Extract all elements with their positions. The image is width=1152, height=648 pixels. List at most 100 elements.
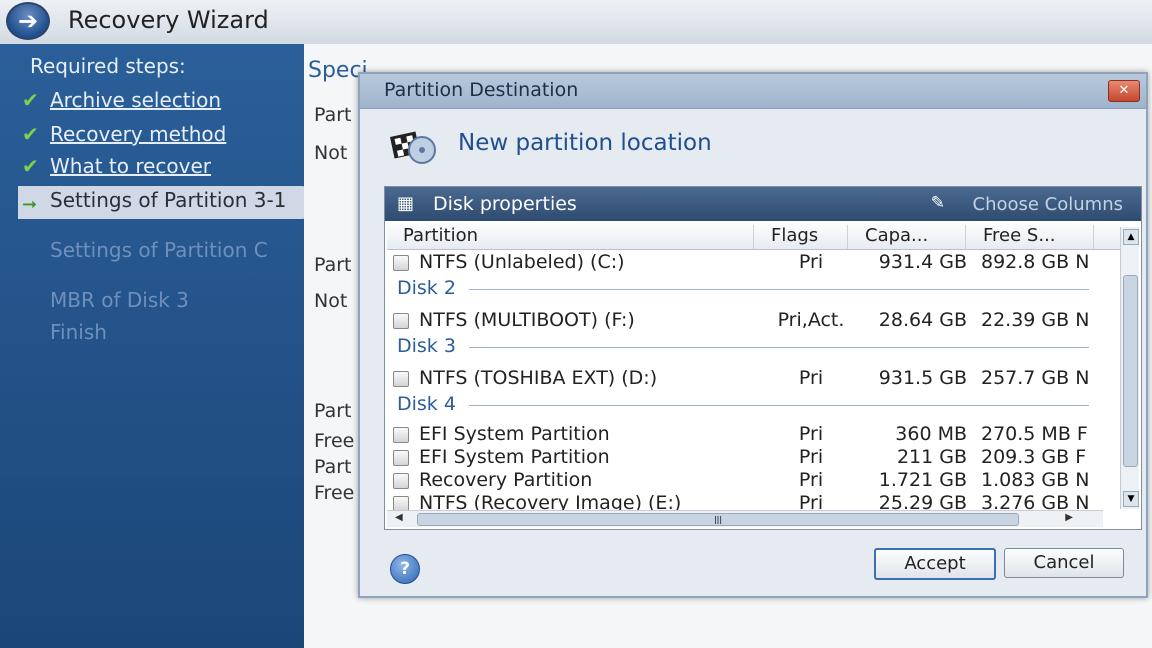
partition-flags: Pri: [798, 469, 824, 491]
partition-capacity: 931.4 GB: [878, 251, 967, 273]
step-label: Settings of Partition C: [50, 238, 268, 262]
partition-row[interactable]: Recovery Partition Pri 1.721 GB 1.083 GB…: [387, 469, 1105, 493]
partition-row[interactable]: NTFS (MULTIBOOT) (F:) Pri,Act. 28.64 GB …: [387, 309, 1105, 333]
main-label: Not: [314, 142, 348, 164]
step-label: Settings of Partition 3-1: [50, 188, 287, 212]
group-divider: [469, 289, 1089, 290]
scroll-left-icon[interactable]: ◀: [395, 512, 403, 523]
group-divider: [469, 405, 1089, 406]
step-settings-partition-3-1[interactable]: ➞ Settings of Partition 3-1: [18, 186, 308, 219]
partition-free-space: 22.39 GB N: [981, 309, 1090, 331]
choose-columns-icon: ✎: [930, 193, 945, 213]
disk-group-label: Disk 4: [397, 393, 456, 415]
partition-row[interactable]: EFI System Partition Pri 360 MB 270.5 MB…: [387, 423, 1105, 447]
scroll-down-icon[interactable]: ▼: [1123, 491, 1139, 507]
step-label: Finish: [50, 320, 107, 344]
main-label: Part: [314, 456, 352, 478]
partition-name: NTFS (MULTIBOOT) (F:): [419, 309, 635, 331]
back-arrow-icon: ➔: [17, 7, 39, 35]
disk-group-label: Disk 3: [397, 335, 456, 357]
step-recovery-method[interactable]: ✔ Recovery method: [22, 122, 302, 146]
required-steps-heading: Required steps:: [30, 54, 186, 78]
horizontal-scroll-thumb[interactable]: |||: [417, 513, 1019, 526]
partition-name: NTFS (Recovery Image) (E:): [419, 492, 682, 511]
step-archive-selection[interactable]: ✔ Archive selection: [22, 88, 302, 112]
partition-checkbox[interactable]: [393, 313, 409, 329]
partition-capacity: 28.64 GB: [878, 309, 967, 331]
step-label: Archive selection: [50, 88, 222, 112]
partition-flags: Pri: [798, 423, 824, 445]
window-title: Recovery Wizard: [68, 6, 269, 34]
partition-name: Recovery Partition: [419, 469, 593, 491]
dialog-title: Partition Destination: [384, 79, 579, 101]
partition-name: EFI System Partition: [419, 446, 610, 468]
main-label: Part: [314, 254, 352, 276]
checkmark-icon: ✔: [22, 88, 39, 112]
accept-button[interactable]: Accept: [874, 548, 996, 580]
dialog-header-title: New partition location: [458, 130, 712, 156]
step-mbr-disk-3: MBR of Disk 3: [22, 288, 302, 312]
panel-title: Disk properties: [433, 193, 577, 215]
window-titlebar: ➔ Recovery Wizard: [0, 0, 1152, 45]
partition-free-space: 209.3 GB F: [981, 446, 1087, 468]
panel-header: ▦ Disk properties ✎ Choose Columns: [385, 187, 1141, 221]
partition-capacity: 211 GB: [896, 446, 967, 468]
step-finish: Finish: [22, 320, 302, 344]
partition-free-space: 1.083 GB N: [981, 469, 1090, 491]
steps-sidebar: Required steps: ✔ Archive selection ✔ Re…: [0, 44, 308, 648]
scroll-thumb[interactable]: [1123, 275, 1138, 467]
disk-properties-panel: ▦ Disk properties ✎ Choose Columns Parti…: [384, 186, 1142, 530]
partition-capacity: 931.5 GB: [878, 367, 967, 389]
partition-checkbox[interactable]: [393, 496, 409, 511]
column-header-flags[interactable]: Flags: [771, 225, 848, 249]
cancel-button[interactable]: Cancel: [1004, 548, 1124, 578]
back-button[interactable]: ➔: [6, 2, 50, 40]
step-label: Recovery method: [50, 122, 227, 146]
choose-columns-link[interactable]: Choose Columns: [973, 194, 1124, 215]
partition-checkbox[interactable]: [393, 255, 409, 271]
disk-group-label: Disk 2: [397, 277, 456, 299]
partition-location-icon: [390, 131, 436, 164]
partition-name: NTFS (Unlabeled) (C:): [419, 251, 625, 273]
group-divider: [469, 347, 1089, 348]
grid-header: Partition Flags Capa... Free S...: [387, 223, 1121, 250]
checkmark-icon: ✔: [22, 122, 39, 146]
partition-checkbox[interactable]: [393, 473, 409, 489]
disk-properties-icon: ▦: [397, 193, 415, 214]
partition-free-space: 270.5 MB F: [981, 423, 1088, 445]
step-settings-partition-c: Settings of Partition C: [22, 238, 302, 262]
partition-row[interactable]: NTFS (TOSHIBA EXT) (D:) Pri 931.5 GB 257…: [387, 367, 1105, 391]
partition-row[interactable]: EFI System Partition Pri 211 GB 209.3 GB…: [387, 446, 1105, 470]
main-label: Part: [314, 400, 352, 422]
partition-destination-dialog: Partition Destination ✕ New partition lo…: [358, 72, 1148, 598]
column-header-free-space[interactable]: Free S...: [983, 225, 1094, 249]
main-label: Free: [314, 430, 355, 452]
close-icon: ✕: [1118, 83, 1130, 98]
partition-flags: Pri: [798, 492, 824, 511]
partition-flags: Pri: [798, 367, 824, 389]
help-button[interactable]: ?: [390, 554, 420, 584]
partition-checkbox[interactable]: [393, 427, 409, 443]
step-what-to-recover[interactable]: ✔ What to recover: [22, 154, 302, 178]
scroll-right-icon[interactable]: ▶: [1065, 512, 1073, 523]
partition-row[interactable]: NTFS (Unlabeled) (C:) Pri 931.4 GB 892.8…: [387, 251, 1105, 275]
partition-flags: Pri: [798, 251, 824, 273]
main-label: Free: [314, 482, 355, 504]
scroll-up-icon[interactable]: ▲: [1123, 229, 1139, 245]
partition-free-space: 3.276 GB N: [981, 492, 1090, 511]
partition-row[interactable]: NTFS (Recovery Image) (E:) Pri 25.29 GB …: [387, 492, 1105, 511]
dialog-titlebar: Partition Destination ✕: [360, 74, 1146, 109]
partition-checkbox[interactable]: [393, 371, 409, 387]
vertical-scrollbar[interactable]: ▲ ▼: [1120, 227, 1139, 509]
partition-free-space: 892.8 GB N: [981, 251, 1090, 273]
partition-name: EFI System Partition: [419, 423, 610, 445]
horizontal-scrollbar[interactable]: ◀ ||| ▶: [387, 510, 1103, 527]
step-label: MBR of Disk 3: [50, 288, 189, 312]
partition-list: NTFS (Unlabeled) (C:) Pri 931.4 GB 892.8…: [387, 249, 1105, 511]
partition-capacity: 1.721 GB: [878, 469, 967, 491]
column-header-partition[interactable]: Partition: [403, 225, 754, 249]
partition-checkbox[interactable]: [393, 450, 409, 466]
partition-free-space: 257.7 GB N: [981, 367, 1090, 389]
dialog-close-button[interactable]: ✕: [1108, 80, 1140, 102]
column-header-capacity[interactable]: Capa...: [865, 225, 966, 249]
